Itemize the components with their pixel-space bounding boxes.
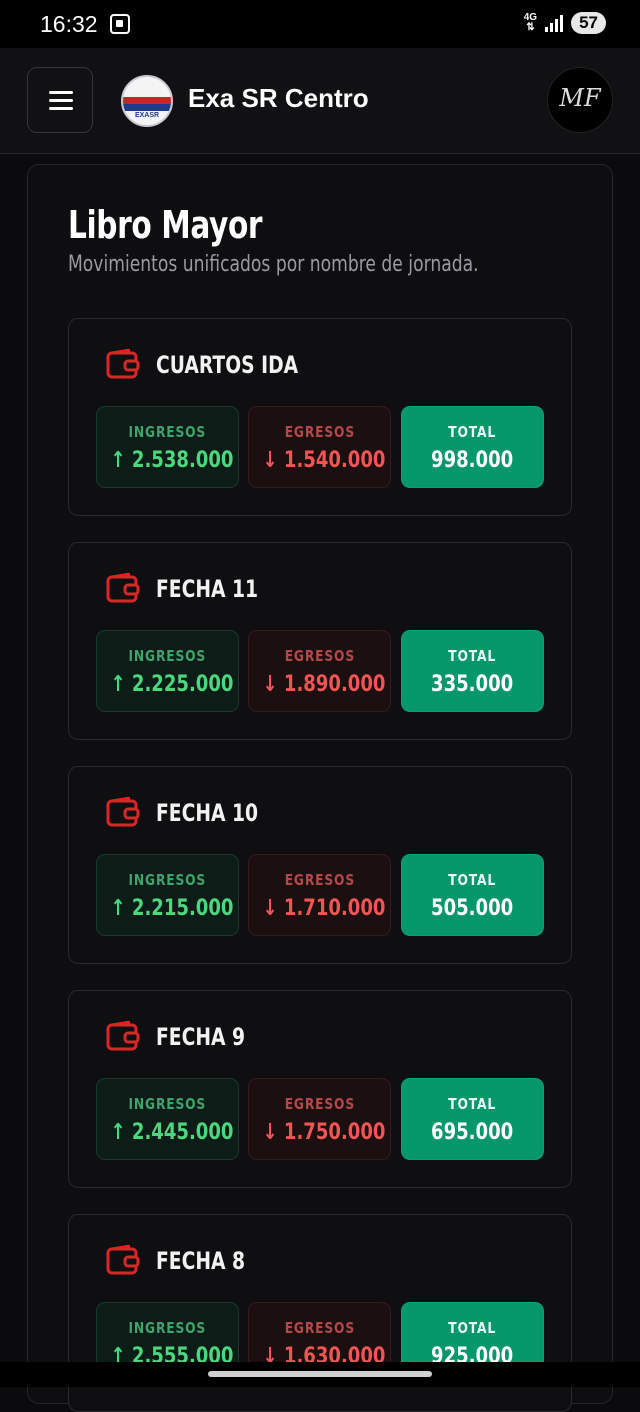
- total-label: TOTAL: [448, 1319, 497, 1337]
- entry-name: FECHA 11: [156, 575, 259, 603]
- total-label: TOTAL: [448, 1095, 497, 1113]
- total-box: TOTAL 505.000: [401, 854, 544, 936]
- total-value: 998.000: [431, 448, 514, 473]
- status-time: 16:32: [40, 11, 98, 37]
- expense-value: ↓ 1.540.000: [262, 448, 386, 473]
- wallet-icon: [106, 1021, 140, 1051]
- brand-logo[interactable]: EXASR: [121, 75, 173, 127]
- expense-value: ↓ 1.890.000: [262, 672, 386, 697]
- app-header: EXASR Exa SR Centro MF: [0, 48, 640, 154]
- status-bar: 16:32 4G ⇅ 57: [0, 0, 640, 48]
- wallet-icon: [106, 797, 140, 827]
- expense-label: EGRESOS: [284, 1319, 355, 1337]
- total-box: TOTAL 695.000: [401, 1078, 544, 1160]
- wallet-icon: [106, 573, 140, 603]
- total-label: TOTAL: [448, 647, 497, 665]
- income-label: INGRESOS: [128, 1095, 207, 1113]
- ledger-entry-card[interactable]: FECHA 9 INGRESOS ↑ 2.445.000 EGRESOS ↓ 1.750…: [68, 990, 572, 1188]
- income-label: INGRESOS: [128, 647, 207, 665]
- network-icon: 4G ⇅: [523, 12, 538, 33]
- expense-value: ↓ 1.710.000: [262, 896, 386, 921]
- expense-box: EGRESOS ↓ 1.890.000: [248, 630, 391, 712]
- expense-box: EGRESOS ↓ 1.540.000: [248, 406, 391, 488]
- ledger-entry-card[interactable]: CUARTOS IDA INGRESOS ↑ 2.538.000 EGRESOS ↓ 1…: [68, 318, 572, 516]
- signal-icon: [545, 14, 564, 32]
- income-value: ↑ 2.445.000: [110, 1120, 234, 1145]
- ledger-entry-card[interactable]: FECHA 11 INGRESOS ↑ 2.225.000 EGRESOS ↓ 1.89…: [68, 542, 572, 740]
- entry-name: FECHA 9: [156, 1023, 246, 1051]
- income-box: INGRESOS ↑ 2.538.000: [96, 406, 239, 488]
- page-title: Libro Mayor: [68, 203, 263, 247]
- total-value: 505.000: [431, 896, 514, 921]
- expense-label: EGRESOS: [284, 423, 355, 441]
- total-value: 335.000: [431, 672, 514, 697]
- income-value: ↑ 2.538.000: [110, 448, 234, 473]
- avatar-monogram: MF: [559, 84, 601, 112]
- logo-text: EXASR: [134, 112, 160, 119]
- ledger-entry-card[interactable]: FECHA 10 INGRESOS ↑ 2.215.000 EGRESOS ↓ 1.71…: [68, 766, 572, 964]
- menu-button[interactable]: [27, 67, 93, 133]
- expense-label: EGRESOS: [284, 647, 355, 665]
- income-label: INGRESOS: [128, 871, 207, 889]
- user-avatar[interactable]: MF: [547, 67, 613, 133]
- income-box: INGRESOS ↑ 2.225.000: [96, 630, 239, 712]
- expense-box: EGRESOS ↓ 1.710.000: [248, 854, 391, 936]
- total-label: TOTAL: [448, 871, 497, 889]
- page-subtitle: Movimientos unificados por nombre de jor…: [68, 252, 479, 277]
- income-label: INGRESOS: [128, 1319, 207, 1337]
- total-box: TOTAL 335.000: [401, 630, 544, 712]
- expense-value: ↓ 1.750.000: [262, 1120, 386, 1145]
- wallet-icon: [106, 349, 140, 379]
- screenshot-icon: [110, 14, 130, 34]
- income-value: ↑ 2.215.000: [110, 896, 234, 921]
- wallet-icon: [106, 1245, 140, 1275]
- entry-name: CUARTOS IDA: [156, 351, 299, 379]
- entry-name: FECHA 8: [156, 1247, 246, 1275]
- brand-name: Exa SR Centro: [188, 83, 369, 113]
- expense-label: EGRESOS: [284, 871, 355, 889]
- home-gesture-pill[interactable]: [208, 1371, 432, 1377]
- income-box: INGRESOS ↑ 2.445.000: [96, 1078, 239, 1160]
- total-box: TOTAL 998.000: [401, 406, 544, 488]
- income-box: INGRESOS ↑ 2.215.000: [96, 854, 239, 936]
- income-value: ↑ 2.225.000: [110, 672, 234, 697]
- expense-label: EGRESOS: [284, 1095, 355, 1113]
- expense-box: EGRESOS ↓ 1.750.000: [248, 1078, 391, 1160]
- total-label: TOTAL: [448, 423, 497, 441]
- total-value: 695.000: [431, 1120, 514, 1145]
- battery-indicator: 57: [571, 12, 606, 34]
- entry-name: FECHA 10: [156, 799, 259, 827]
- income-label: INGRESOS: [128, 423, 207, 441]
